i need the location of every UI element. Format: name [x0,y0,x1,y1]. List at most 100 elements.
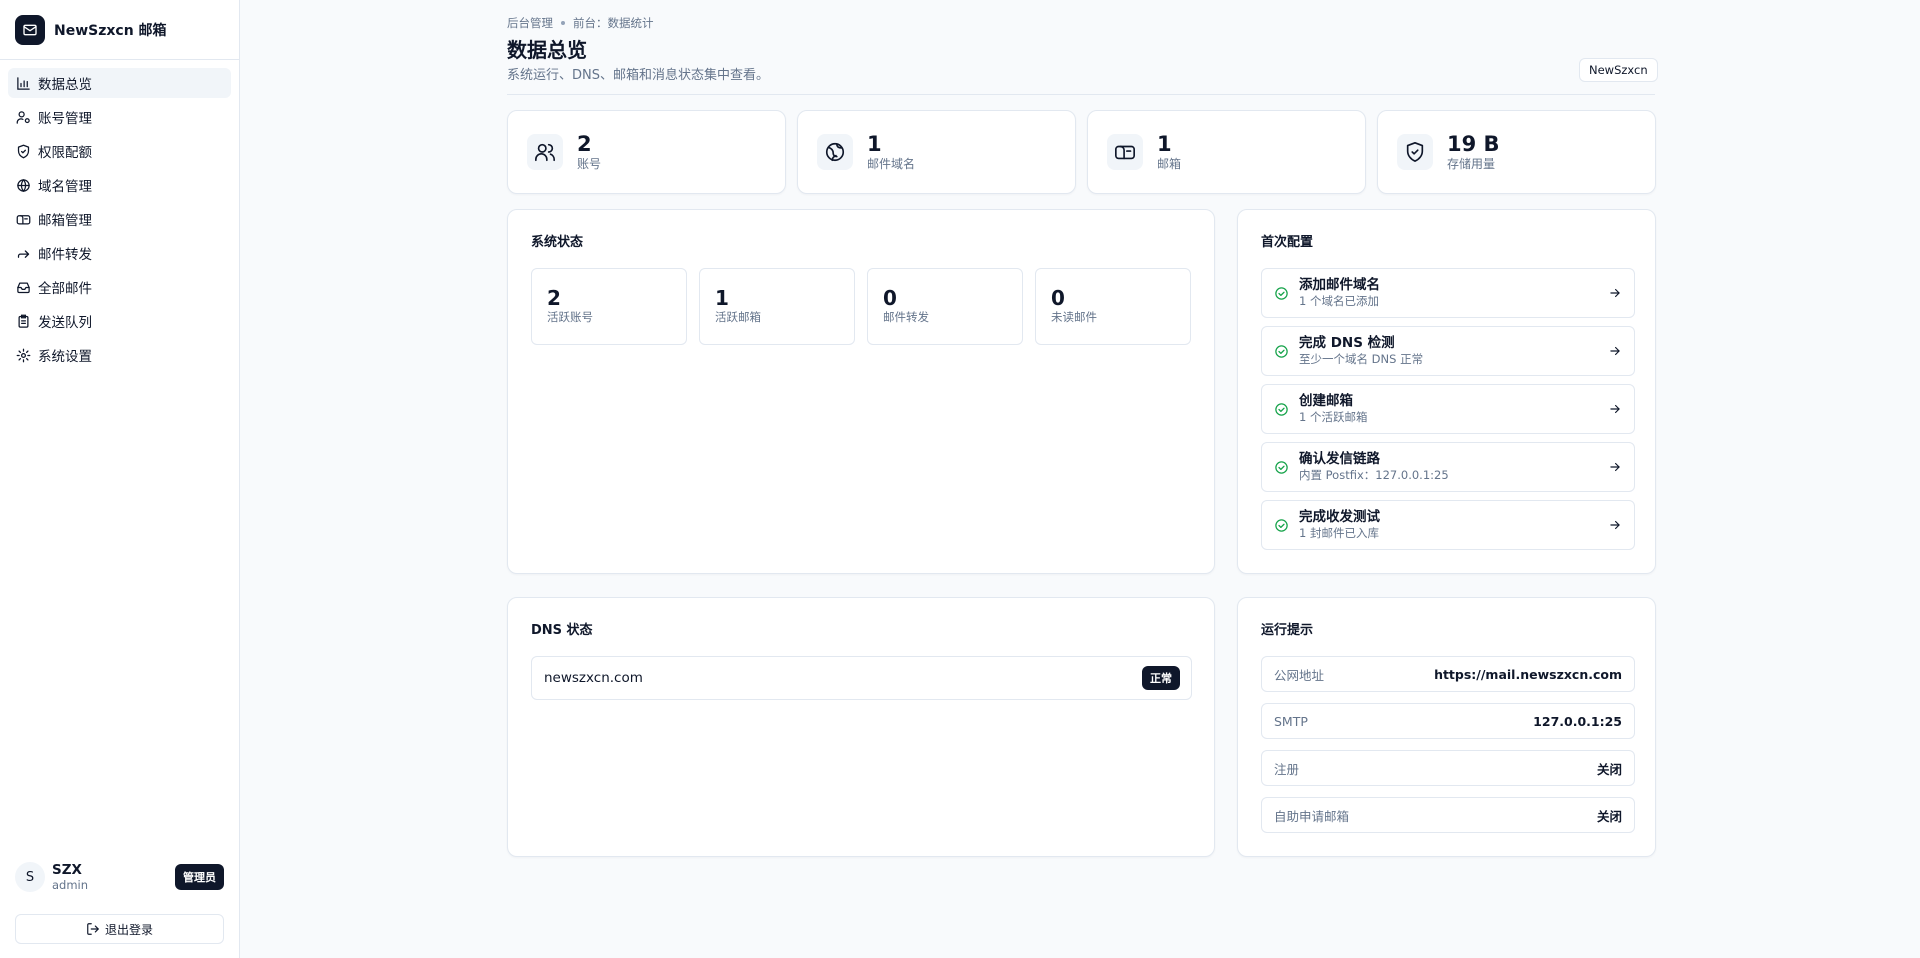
check-circle-icon [1275,402,1288,416]
clipboard-icon [18,314,29,328]
sidebar-item-accounts[interactable]: 账号管理 [8,102,231,132]
brand[interactable]: NewSzxcn 邮箱 [0,0,239,60]
globe-icon [17,178,30,192]
sidebar-item-overview[interactable]: 数据总览 [8,68,231,98]
sidebar: NewSzxcn 邮箱 数据总览 账号管理 权限配额 域名管理 邮箱管理 邮件转… [0,0,240,958]
check-circle-icon [1275,286,1288,300]
stat-card-storage: 19 B 存储用量 [1377,110,1656,194]
status-tile-active-mailboxes: 1 活跃邮箱 [699,268,855,345]
shield-icon [17,144,30,158]
sidebar-item-mailboxes[interactable]: 邮箱管理 [8,204,231,234]
logout-icon [87,923,99,935]
panel-title: DNS 状态 [531,623,593,638]
gear-icon [16,348,31,362]
inbox-icon [17,282,30,293]
status-value: 0 [1051,286,1065,310]
step-title: 创建邮箱 [1299,393,1353,409]
setup-step-create-mailbox[interactable]: 创建邮箱 1 个活跃邮箱 [1261,384,1635,434]
dns-status-panel: DNS 状态 newszxcn.com 正常 [507,597,1215,857]
stat-value: 2 [577,132,592,156]
stat-card-accounts: 2 账号 [507,110,786,194]
main-content: 后台管理 前台：数据统计 数据总览 系统运行、DNS、邮箱和消息状态集中查看。 … [240,0,1920,958]
info-value: 关闭 [1596,808,1622,824]
sidebar-item-label: 全部邮件 [38,281,92,297]
step-desc: 至少一个域名 DNS 正常 [1299,352,1424,366]
info-key: 公网地址 [1274,667,1325,683]
shield-check-icon [1397,134,1433,170]
system-status-panel: 系统状态 2 活跃账号 1 活跃邮箱 0 邮件转发 0 未读邮件 [507,209,1215,574]
setup-step-add-domain[interactable]: 添加邮件域名 1 个域名已添加 [1261,268,1635,318]
status-badge: 正常 [1142,666,1180,690]
header-divider [507,94,1655,95]
setup-step-confirm-send[interactable]: 确认发信链路 内置 Postfix：127.0.0.1:25 [1261,442,1635,492]
check-circle-icon [1275,518,1288,532]
info-key: 注册 [1274,761,1300,777]
sidebar-item-all-mail[interactable]: 全部邮件 [8,272,231,302]
forward-icon [17,249,30,258]
stat-card-domains: 1 邮件域名 [797,110,1076,194]
stat-label: 账号 [577,157,602,171]
status-tile-unread: 0 未读邮件 [1035,268,1191,345]
sidebar-nav: 数据总览 账号管理 权限配额 域名管理 邮箱管理 邮件转发 全部邮件 发送队列 … [0,60,239,374]
setup-panel: 首次配置 添加邮件域名 1 个域名已添加 完成 DNS 检测 至少一个域名 DN… [1237,209,1656,574]
user-name: SZX [52,862,82,878]
users-icon [527,134,563,170]
info-value: 关闭 [1596,761,1622,777]
dns-row[interactable]: newszxcn.com 正常 [531,656,1192,700]
sidebar-item-forwarding[interactable]: 邮件转发 [8,238,231,268]
status-value: 0 [883,286,897,310]
step-desc: 内置 Postfix：127.0.0.1:25 [1299,468,1449,482]
tenant-chip[interactable]: NewSzxcn [1579,58,1658,82]
info-row-smtp: SMTP 127.0.0.1:25 [1261,703,1635,739]
step-title: 确认发信链路 [1299,451,1380,467]
panel-title: 首次配置 [1261,235,1314,250]
step-desc: 1 封邮件已入库 [1299,526,1379,540]
stat-label: 存储用量 [1447,157,1496,171]
sidebar-item-label: 域名管理 [38,179,92,195]
breadcrumb-separator [561,21,565,25]
step-title: 添加邮件域名 [1299,277,1380,293]
page-title: 数据总览 [507,38,587,62]
sidebar-item-domains[interactable]: 域名管理 [8,170,231,200]
step-desc: 1 个域名已添加 [1299,294,1379,308]
breadcrumb: 后台管理 前台：数据统计 [507,15,654,31]
arrow-right-icon [1610,404,1620,414]
avatar: S [15,862,45,892]
mailbox-icon [16,214,31,224]
check-circle-icon [1275,344,1288,358]
breadcrumb-item[interactable]: 后台管理 [507,15,553,31]
sidebar-item-label: 系统设置 [38,349,92,365]
user-settings-icon [16,110,30,124]
info-row-public-url: 公网地址 https://mail.newszxcn.com [1261,656,1635,692]
breadcrumb-item: 前台：数据统计 [573,16,654,30]
step-title: 完成收发测试 [1299,509,1380,525]
logout-button[interactable]: 退出登录 [15,914,224,944]
info-key: 自助申请邮箱 [1274,808,1350,824]
stat-value: 1 [1157,132,1172,156]
setup-step-dns-check[interactable]: 完成 DNS 检测 至少一个域名 DNS 正常 [1261,326,1635,376]
setup-step-mail-test[interactable]: 完成收发测试 1 封邮件已入库 [1261,500,1635,550]
panel-title: 运行提示 [1261,623,1314,638]
status-label: 未读邮件 [1051,310,1097,324]
globe-icon [817,134,853,170]
page-subtitle: 系统运行、DNS、邮箱和消息状态集中查看。 [507,68,769,83]
check-circle-icon [1275,460,1288,474]
sidebar-item-settings[interactable]: 系统设置 [8,340,231,370]
status-tile-active-accounts: 2 活跃账号 [531,268,687,345]
sidebar-item-label: 邮箱管理 [38,213,92,229]
status-label: 邮件转发 [883,310,929,324]
sidebar-item-send-queue[interactable]: 发送队列 [8,306,231,336]
stat-card-mailboxes: 1 邮箱 [1087,110,1366,194]
sidebar-item-label: 账号管理 [38,111,92,127]
sidebar-item-label: 权限配额 [38,145,92,161]
sidebar-item-quota[interactable]: 权限配额 [8,136,231,166]
user-role: admin [52,878,89,892]
status-tile-forwarding: 0 邮件转发 [867,268,1023,345]
status-value: 1 [715,286,729,310]
stat-label: 邮箱 [1157,157,1182,171]
mail-icon [15,14,45,45]
arrow-right-icon [1610,288,1620,298]
arrow-right-icon [1610,346,1620,356]
arrow-right-icon [1610,520,1620,530]
panel-title: 系统状态 [531,235,584,250]
